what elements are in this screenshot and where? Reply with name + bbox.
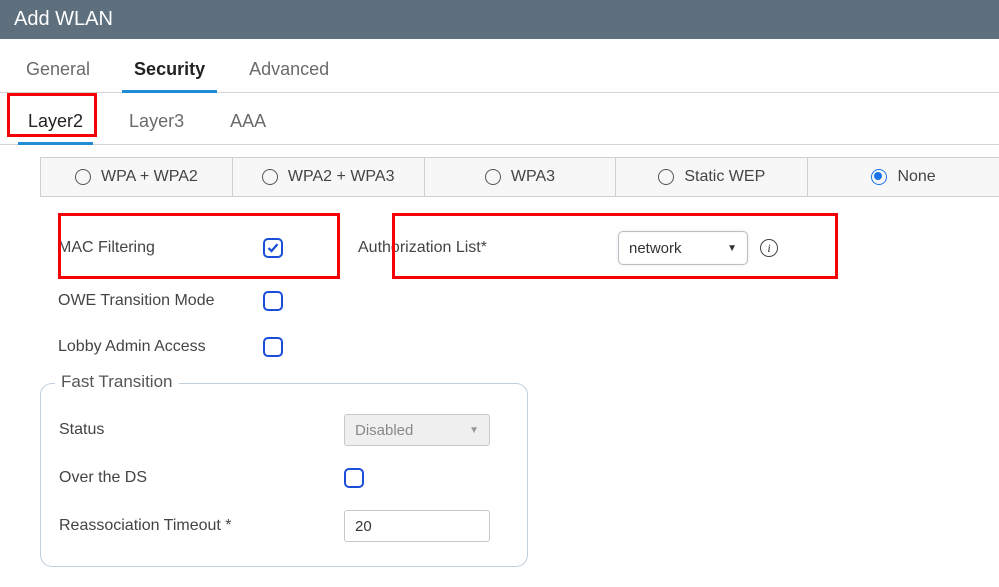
authorization-list-dropdown[interactable]: network ▼ (618, 231, 748, 265)
subtab-layer2[interactable]: Layer2 (14, 103, 97, 144)
ft-status-select[interactable]: Disabled ▼ (344, 414, 490, 446)
security-mode-radiogroup: WPA + WPA2 WPA2 + WPA3 WPA3 Static WEP N… (40, 157, 999, 197)
check-icon (267, 242, 279, 254)
fast-transition-fieldset: Fast Transition Status Disabled ▼ Over t… (40, 383, 528, 567)
radio-circle-icon (485, 169, 501, 185)
radio-wpa2-wpa3[interactable]: WPA2 + WPA3 (233, 158, 425, 196)
authorization-list-label: Authorization List* (358, 239, 606, 257)
page-title-bar: Add WLAN (0, 0, 999, 39)
ft-status-label: Status (59, 421, 344, 439)
ft-reassoc-input[interactable] (344, 510, 490, 542)
main-tabs: General Security Advanced (0, 39, 999, 93)
tab-general[interactable]: General (14, 51, 102, 92)
authorization-list-value: network (629, 240, 682, 257)
radio-circle-icon (262, 169, 278, 185)
subtab-layer3[interactable]: Layer3 (115, 103, 198, 144)
ft-status-value: Disabled (355, 422, 413, 439)
lobby-admin-checkbox[interactable] (263, 337, 283, 357)
info-icon[interactable]: i (760, 239, 778, 257)
subtab-aaa[interactable]: AAA (216, 103, 280, 144)
tab-advanced[interactable]: Advanced (237, 51, 341, 92)
owe-transition-label: OWE Transition Mode (58, 292, 253, 310)
ft-reassoc-label: Reassociation Timeout * (59, 517, 344, 535)
tab-security[interactable]: Security (122, 51, 217, 92)
page-title: Add WLAN (14, 8, 113, 30)
sub-tabs: Layer2 Layer3 AAA (0, 93, 999, 145)
mac-filtering-checkbox[interactable] (263, 238, 283, 258)
layer2-content: WPA + WPA2 WPA2 + WPA3 WPA3 Static WEP N… (0, 145, 999, 587)
owe-transition-checkbox[interactable] (263, 291, 283, 311)
radio-static-wep[interactable]: Static WEP (616, 158, 808, 196)
radio-circle-icon (658, 169, 674, 185)
fast-transition-legend: Fast Transition (55, 372, 179, 392)
mac-filtering-label: MAC Filtering (58, 239, 253, 257)
ft-over-ds-label: Over the DS (59, 469, 344, 487)
radio-circle-selected-icon (871, 169, 887, 185)
chevron-down-icon: ▼ (727, 243, 737, 254)
chevron-down-icon: ▼ (469, 425, 479, 436)
radio-wpa3[interactable]: WPA3 (425, 158, 617, 196)
radio-circle-icon (75, 169, 91, 185)
ft-over-ds-checkbox[interactable] (344, 468, 364, 488)
radio-wpa-wpa2[interactable]: WPA + WPA2 (40, 158, 233, 196)
radio-none[interactable]: None (808, 158, 999, 196)
lobby-admin-label: Lobby Admin Access (58, 338, 253, 356)
